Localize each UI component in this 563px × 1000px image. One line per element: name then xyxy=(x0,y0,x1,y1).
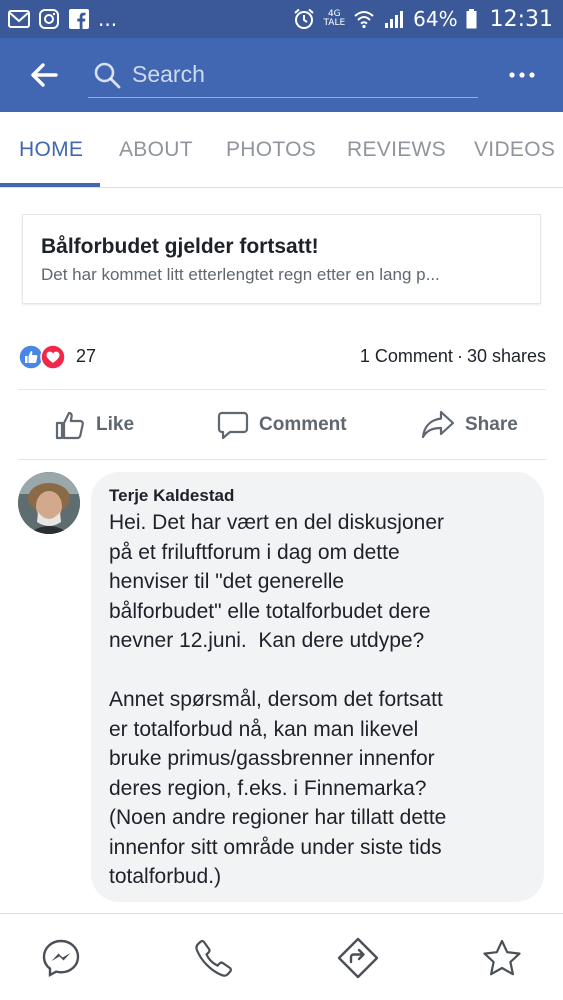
network-sub: TALE xyxy=(323,18,346,28)
mail-icon xyxy=(8,9,30,29)
phone-icon xyxy=(195,939,232,977)
comment-count-link[interactable]: 1 Comment xyxy=(360,346,453,367)
avatar[interactable] xyxy=(18,472,80,534)
star-icon xyxy=(483,939,521,975)
separator-dot: · xyxy=(456,345,463,366)
action-bar: Like Comment Share xyxy=(18,392,546,458)
facebook-icon xyxy=(68,9,90,29)
search-icon xyxy=(94,62,121,88)
thumbs-up-icon xyxy=(55,411,84,440)
reaction-icons xyxy=(18,342,72,370)
signal-icon xyxy=(383,9,405,29)
bottom-action-bar xyxy=(0,913,563,1000)
directions-icon xyxy=(337,937,379,978)
divider xyxy=(18,389,546,390)
share-label: Share xyxy=(465,414,518,435)
status-bar-notifications: ... xyxy=(8,7,117,31)
status-bar-system: 4G TALE 64% 12:31 xyxy=(293,7,553,32)
tab-home[interactable]: HOME xyxy=(19,112,83,188)
alarm-icon xyxy=(293,8,315,29)
more-dots-icon xyxy=(509,72,535,78)
avatar-photo xyxy=(18,472,80,534)
reaction-count: 27 xyxy=(76,345,97,366)
comment-bubble[interactable]: Terje Kaldestad Hei. Det har vært en del… xyxy=(91,472,544,902)
tab-photos[interactable]: PHOTOS xyxy=(226,112,316,188)
tab-videos[interactable]: VIDEOS xyxy=(474,112,555,188)
share-button[interactable]: Share xyxy=(421,392,518,458)
battery-percent: 64% xyxy=(413,7,458,31)
search-input[interactable] xyxy=(132,61,462,88)
comment-bubble-icon xyxy=(217,411,249,440)
comment-button[interactable]: Comment xyxy=(217,392,347,458)
directions-button[interactable] xyxy=(328,914,388,1000)
tab-reviews[interactable]: REVIEWS xyxy=(347,112,446,188)
back-arrow-icon xyxy=(31,63,58,87)
messenger-button[interactable] xyxy=(31,914,91,1000)
comment-author[interactable]: Terje Kaldestad xyxy=(109,486,526,506)
network-indicator: 4G TALE xyxy=(323,10,345,28)
share-arrow-icon xyxy=(421,410,455,439)
clock: 12:31 xyxy=(489,6,553,32)
like-label: Like xyxy=(96,414,135,435)
active-tab-indicator xyxy=(0,183,100,187)
divider xyxy=(18,459,546,460)
share-count-link[interactable]: 30 shares xyxy=(467,346,546,367)
save-button[interactable] xyxy=(472,914,532,1000)
battery-icon xyxy=(466,9,478,29)
more-notifications-text: ... xyxy=(98,7,118,31)
like-button[interactable]: Like xyxy=(54,392,134,458)
wifi-icon xyxy=(353,9,375,29)
link-description: Det har kommet litt etterlengtet regn et… xyxy=(41,265,440,284)
engagement-summary: 1 Comment · 30 shares xyxy=(360,346,546,367)
call-button[interactable] xyxy=(184,914,244,1000)
more-options-button[interactable] xyxy=(509,38,535,112)
link-preview-card[interactable]: Bålforbudet gjelder fortsatt! Det har ko… xyxy=(22,214,541,304)
messenger-icon xyxy=(42,939,80,977)
back-button[interactable] xyxy=(0,38,88,112)
link-title: Bålforbudet gjelder fortsatt! xyxy=(41,235,319,258)
tab-about[interactable]: ABOUT xyxy=(119,112,193,188)
reaction-summary[interactable]: 27 xyxy=(18,342,96,370)
comment-label: Comment xyxy=(259,414,347,435)
status-bar: ... 4G TALE 64% 12:31 xyxy=(0,0,563,38)
love-reaction-icon xyxy=(40,344,66,370)
reactions-row: 27 1 Comment · 30 shares xyxy=(18,338,546,374)
page-tabs: HOME ABOUT PHOTOS REVIEWS VIDEOS xyxy=(0,112,563,188)
search-header xyxy=(0,38,563,112)
comment-text: Hei. Det har vært en del diskusjoner på … xyxy=(109,511,447,888)
search-box[interactable] xyxy=(88,52,478,98)
instagram-icon xyxy=(38,9,60,29)
